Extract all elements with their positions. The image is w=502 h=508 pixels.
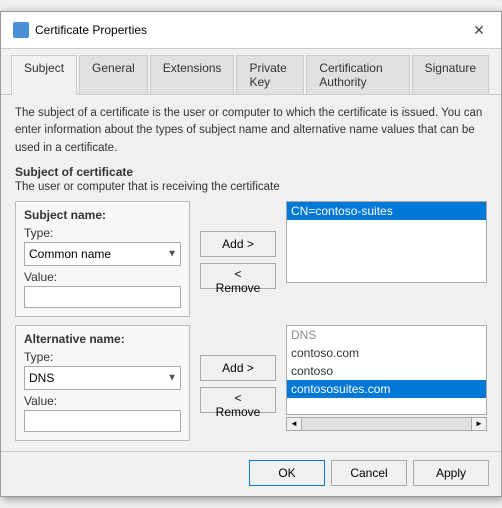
list-item[interactable]: contoso.com [287, 344, 486, 362]
alt-right-panel: DNS contoso.com contoso contososuites.co… [286, 325, 487, 431]
subject-mid-panel: Add > < Remove [198, 201, 278, 289]
subject-name-group-label: Subject name: [24, 208, 181, 222]
alt-type-select[interactable]: DNS Email UPN IP address URL [24, 366, 181, 390]
subject-type-label: Type: [24, 226, 181, 240]
list-item[interactable]: contoso [287, 362, 486, 380]
subject-add-button[interactable]: Add > [200, 231, 276, 257]
alt-add-button[interactable]: Add > [200, 355, 276, 381]
title-bar-left: Certificate Properties [13, 22, 147, 38]
tab-content: The subject of a certificate is the user… [1, 95, 501, 451]
subject-value-input[interactable] [24, 286, 181, 308]
tab-certification-authority[interactable]: Certification Authority [306, 55, 409, 94]
apply-button[interactable]: Apply [413, 460, 489, 486]
certificate-properties-dialog: Certificate Properties ✕ Subject General… [0, 11, 502, 497]
subject-of-cert-desc: The user or computer that is receiving t… [15, 181, 487, 193]
alt-name-group-label: Alternative name: [24, 332, 181, 346]
alt-name-left: Alternative name: Type: DNS Email UPN IP… [15, 325, 190, 441]
dialog-title: Certificate Properties [35, 23, 147, 37]
subject-name-left: Subject name: Type: Common name Organiza… [15, 201, 190, 317]
tab-private-key[interactable]: Private Key [236, 55, 304, 94]
subject-type-dropdown-wrapper: Common name Organization Organizational … [24, 242, 181, 266]
subject-type-select[interactable]: Common name Organization Organizational … [24, 242, 181, 266]
tab-subject[interactable]: Subject [11, 55, 77, 95]
alt-value-label: Value: [24, 394, 181, 408]
tabs-bar: Subject General Extensions Private Key C… [1, 49, 501, 95]
list-item[interactable]: CN=contoso-suites [287, 202, 486, 220]
alt-list-box[interactable]: DNS contoso.com contoso contososuites.co… [286, 325, 487, 415]
tab-extensions[interactable]: Extensions [150, 55, 235, 94]
alt-remove-button[interactable]: < Remove [200, 387, 276, 413]
list-item: DNS [287, 326, 486, 344]
subject-name-panel: Subject name: Type: Common name Organiza… [15, 201, 487, 317]
info-text: The subject of a certificate is the user… [15, 105, 487, 157]
alt-type-dropdown-wrapper: DNS Email UPN IP address URL ▼ [24, 366, 181, 390]
list-item[interactable]: contososuites.com [287, 380, 486, 398]
subject-of-cert-label: Subject of certificate [15, 165, 487, 179]
subject-value-label: Value: [24, 270, 181, 284]
bottom-bar: OK Cancel Apply [1, 451, 501, 496]
subject-list-box[interactable]: CN=contoso-suites [286, 201, 487, 283]
alt-type-label: Type: [24, 350, 181, 364]
alt-mid-panel: Add > < Remove [198, 325, 278, 413]
scroll-left-button[interactable]: ◄ [286, 417, 302, 431]
title-bar: Certificate Properties ✕ [1, 12, 501, 49]
scroll-track[interactable] [302, 417, 471, 431]
ok-button[interactable]: OK [249, 460, 325, 486]
close-button[interactable]: ✕ [469, 20, 489, 40]
alt-name-panel: Alternative name: Type: DNS Email UPN IP… [15, 325, 487, 441]
tab-general[interactable]: General [79, 55, 148, 94]
cancel-button[interactable]: Cancel [331, 460, 407, 486]
tab-signature[interactable]: Signature [412, 55, 489, 94]
subject-remove-button[interactable]: < Remove [200, 263, 276, 289]
horizontal-scrollbar: ◄ ► [286, 417, 487, 431]
dialog-icon [13, 22, 29, 38]
scroll-right-button[interactable]: ► [471, 417, 487, 431]
alt-value-input[interactable] [24, 410, 181, 432]
subject-right-panel: CN=contoso-suites [286, 201, 487, 283]
